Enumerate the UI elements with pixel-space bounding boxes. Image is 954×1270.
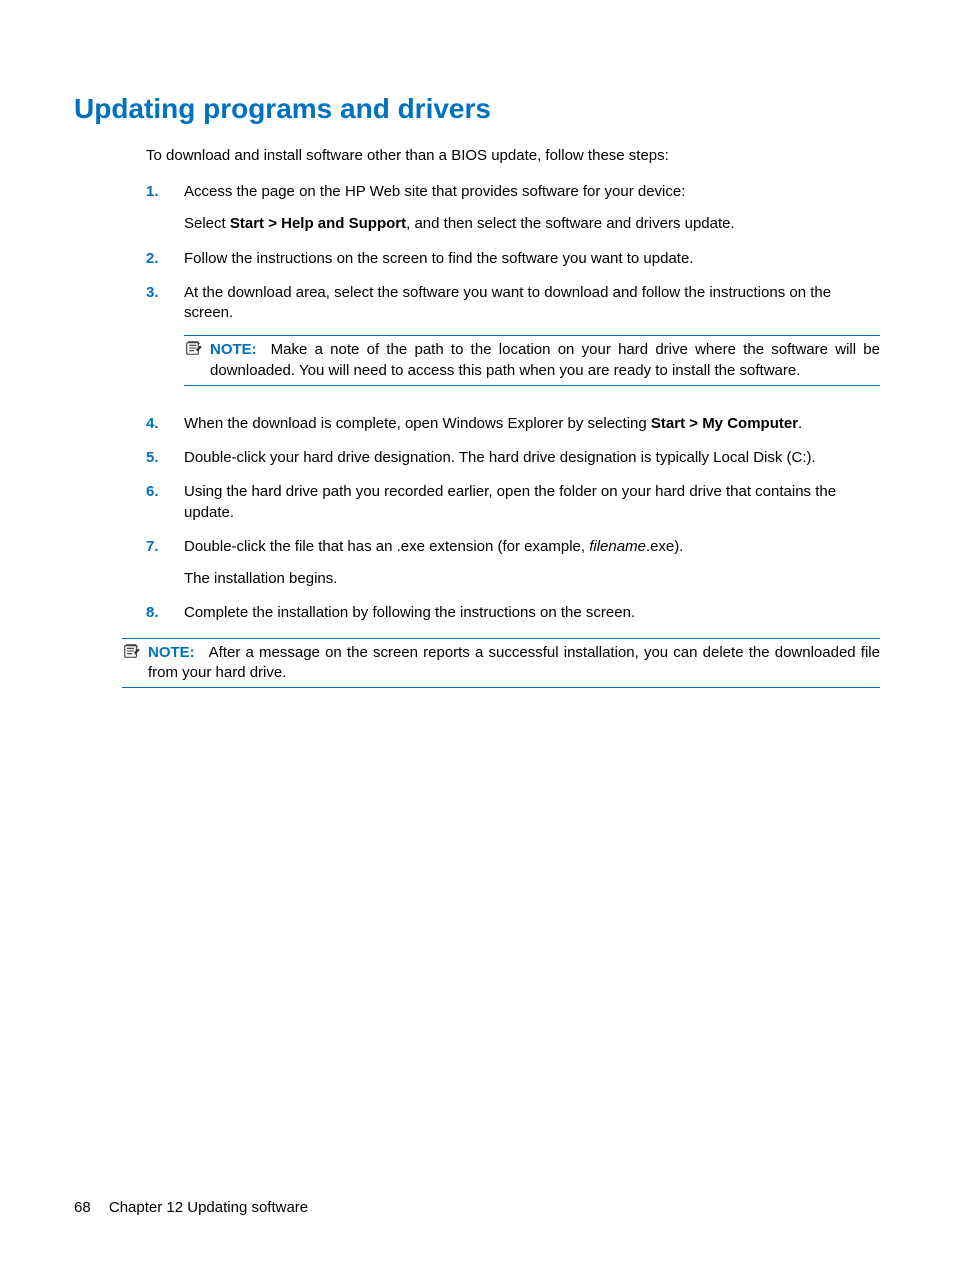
step-7: 7. Double-click the file that has an .ex… [146, 537, 880, 590]
step-content: Access the page on the HP Web site that … [184, 182, 880, 235]
step-number: 5. [146, 448, 184, 468]
page-footer: 68 Chapter 12 Updating software [74, 1198, 308, 1218]
step-content: Double-click the file that has an .exe e… [184, 537, 880, 590]
note-box: NOTE:Make a note of the path to the loca… [184, 335, 880, 386]
step-8: 8. Complete the installation by followin… [146, 603, 880, 623]
step-text: Select Start > Help and Support, and the… [184, 214, 880, 234]
step-number: 7. [146, 537, 184, 590]
step-5: 5. Double-click your hard drive designat… [146, 448, 880, 468]
note-text: After a message on the screen reports a … [148, 644, 880, 681]
note-label: NOTE: [148, 644, 195, 661]
note-text: Make a note of the path to the location … [210, 341, 880, 378]
step-number: 4. [146, 414, 184, 434]
step-content: Double-click your hard drive designation… [184, 448, 880, 468]
steps-list: 1. Access the page on the HP Web site th… [146, 182, 880, 624]
step-text: At the download area, select the softwar… [184, 283, 880, 324]
step-text: Double-click your hard drive designation… [184, 448, 880, 468]
step-text: Follow the instructions on the screen to… [184, 249, 880, 269]
note-content: NOTE:After a message on the screen repor… [148, 643, 880, 684]
step-number: 8. [146, 603, 184, 623]
step-content: Using the hard drive path you recorded e… [184, 482, 880, 523]
step-4: 4. When the download is complete, open W… [146, 414, 880, 434]
step-content: When the download is complete, open Wind… [184, 414, 880, 434]
step-text: Complete the installation by following t… [184, 603, 880, 623]
step-number: 2. [146, 249, 184, 269]
step-number: 6. [146, 482, 184, 523]
page-heading: Updating programs and drivers [74, 90, 880, 128]
step-3: 3. At the download area, select the soft… [146, 283, 880, 400]
step-text: Access the page on the HP Web site that … [184, 182, 880, 202]
note-icon [184, 340, 210, 381]
step-content: Follow the instructions on the screen to… [184, 249, 880, 269]
intro-text: To download and install software other t… [146, 146, 880, 166]
note-label: NOTE: [210, 341, 257, 358]
step-number: 1. [146, 182, 184, 235]
step-1: 1. Access the page on the HP Web site th… [146, 182, 880, 235]
step-2: 2. Follow the instructions on the screen… [146, 249, 880, 269]
note-icon [122, 643, 148, 684]
step-content: At the download area, select the softwar… [184, 283, 880, 400]
step-number: 3. [146, 283, 184, 400]
step-content: Complete the installation by following t… [184, 603, 880, 623]
chapter-label: Chapter 12 Updating software [109, 1199, 308, 1216]
note-content: NOTE:Make a note of the path to the loca… [210, 340, 880, 381]
note-box: NOTE:After a message on the screen repor… [122, 638, 880, 689]
page-number: 68 [74, 1199, 91, 1216]
step-text: When the download is complete, open Wind… [184, 414, 880, 434]
step-text: Using the hard drive path you recorded e… [184, 482, 880, 523]
step-text: The installation begins. [184, 569, 880, 589]
step-text: Double-click the file that has an .exe e… [184, 537, 880, 557]
step-6: 6. Using the hard drive path you recorde… [146, 482, 880, 523]
